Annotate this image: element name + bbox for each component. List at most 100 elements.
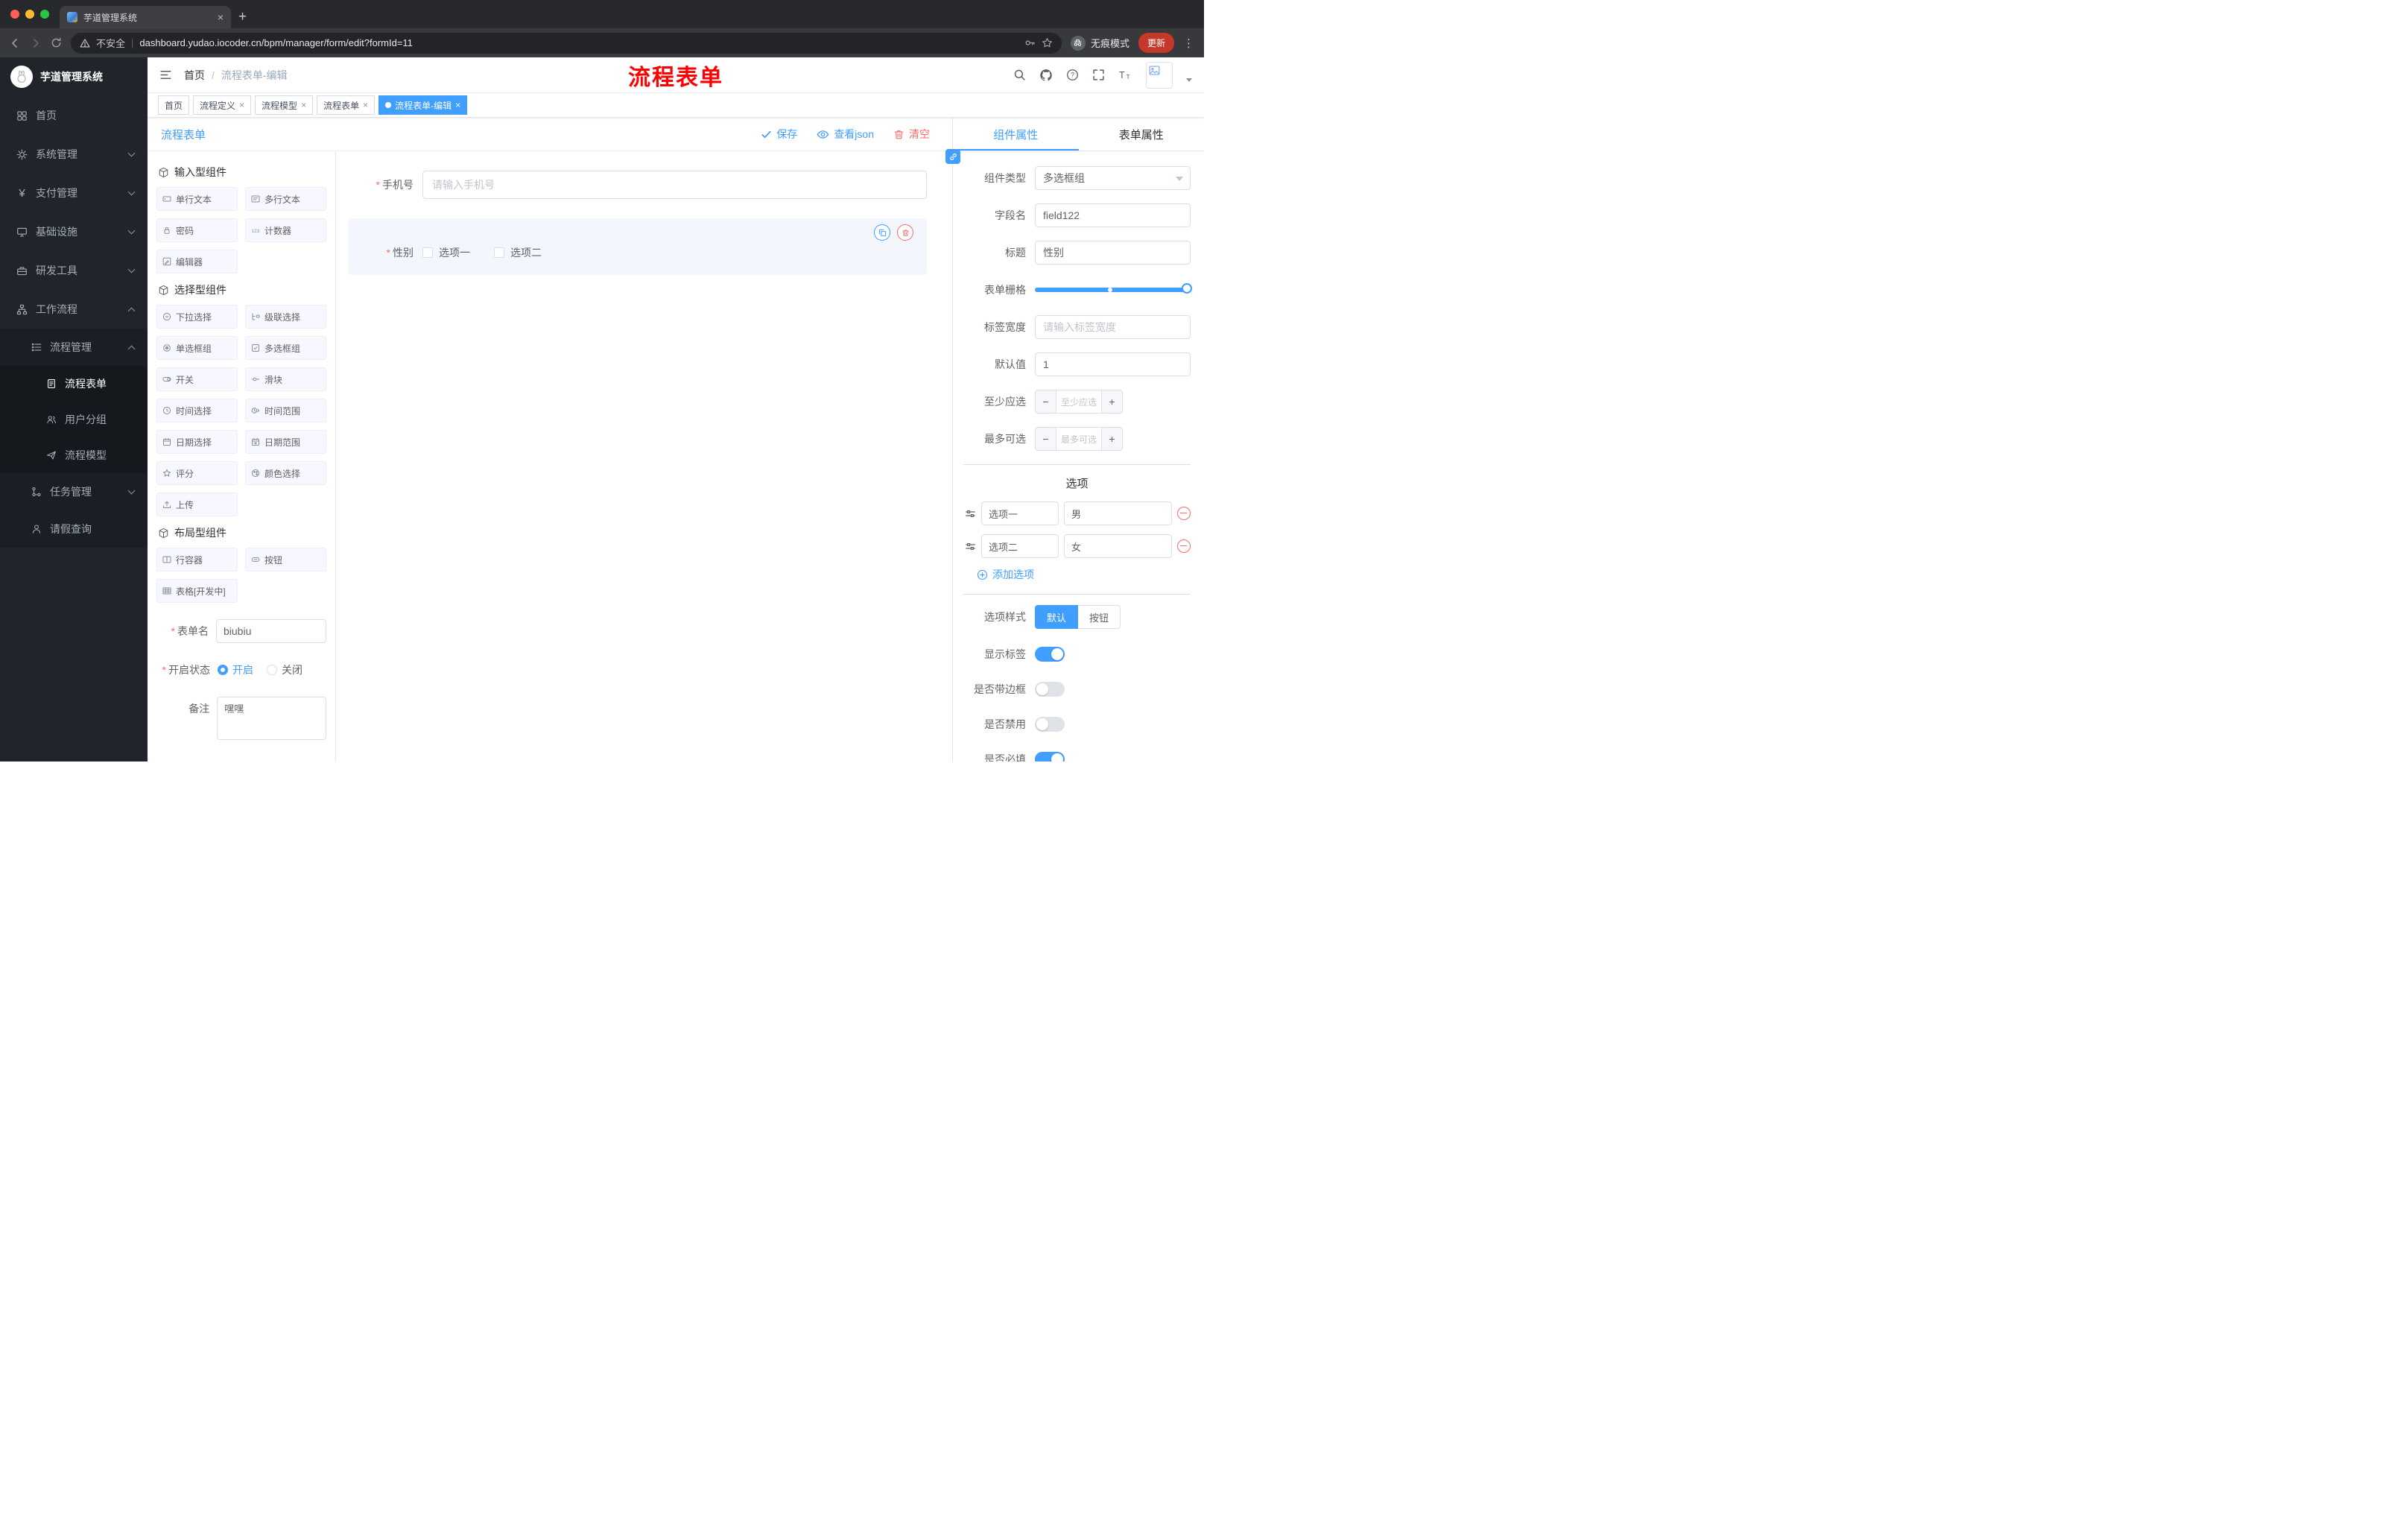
palette-item-select[interactable]: 下拉选择 [156, 305, 238, 329]
form-remark-textarea[interactable]: 嘿嘿 [217, 697, 326, 740]
clear-button[interactable]: 清空 [893, 127, 930, 142]
phone-input[interactable] [422, 171, 927, 199]
palette-item-cascader[interactable]: 级联选择 [245, 305, 326, 329]
increment-icon[interactable]: + [1101, 390, 1122, 413]
palette-item-date-range[interactable]: 日期范围 [245, 430, 326, 454]
tab-component-props[interactable]: 组件属性 [953, 118, 1079, 151]
palette-item-editor[interactable]: 编辑器 [156, 250, 238, 273]
palette-item-color-picker[interactable]: 颜色选择 [245, 461, 326, 485]
label-width-input[interactable] [1035, 315, 1191, 339]
browser-tab[interactable]: 芋道管理系统 × [60, 6, 231, 28]
sidebar-item-devtools[interactable]: 研发工具 [0, 251, 148, 290]
sidebar-item-process-management[interactable]: 流程管理 [0, 329, 148, 366]
sidebar-item-task-management[interactable]: 任务管理 [0, 473, 148, 510]
drag-handle-icon[interactable] [965, 508, 976, 519]
sidebar-item-leave-query[interactable]: 请假查询 [0, 510, 148, 548]
decrement-icon[interactable]: − [1036, 390, 1056, 413]
option-name-input[interactable] [981, 501, 1059, 525]
search-icon[interactable] [1013, 69, 1026, 81]
breadcrumb-home[interactable]: 首页 [184, 68, 205, 83]
add-option-button[interactable]: 添加选项 [977, 567, 1191, 582]
delete-component-button[interactable] [897, 224, 913, 241]
border-toggle[interactable] [1035, 682, 1065, 697]
view-json-button[interactable]: 查看json [817, 127, 874, 142]
tag-process-form-edit[interactable]: 流程表单-编辑 × [378, 95, 468, 115]
form-canvas[interactable]: * 手机号 请输入手机号 * 性别 选项一 选项二 [336, 151, 952, 762]
address-bar[interactable]: 不安全 | dashboard.yudao.iocoder.cn/bpm/man… [71, 32, 1062, 54]
status-radio-off[interactable]: 关闭 [267, 658, 302, 682]
tag-close-icon[interactable]: × [455, 100, 460, 110]
browser-update-button[interactable]: 更新 [1138, 33, 1174, 53]
palette-item-counter[interactable]: 123 计数器 [245, 218, 326, 242]
grid-slider[interactable] [1035, 278, 1192, 302]
avatar-caret-icon[interactable] [1186, 78, 1192, 82]
github-icon[interactable] [1039, 69, 1053, 82]
palette-item-rate[interactable]: 评分 [156, 461, 238, 485]
remove-option-icon[interactable] [1177, 507, 1191, 520]
form-name-input[interactable] [216, 619, 326, 643]
field-name-input[interactable] [1035, 203, 1191, 227]
macos-zoom-button[interactable] [40, 10, 49, 19]
style-default-button[interactable]: 默认 [1035, 605, 1079, 629]
required-toggle[interactable] [1035, 752, 1065, 762]
option-name-input[interactable] [981, 534, 1059, 558]
sidebar-item-infrastructure[interactable]: 基础设施 [0, 212, 148, 251]
palette-item-switch[interactable]: 开关 [156, 367, 238, 391]
style-button-button[interactable]: 按钮 [1078, 605, 1121, 629]
component-type-select[interactable]: 多选框组 [1035, 166, 1191, 190]
fullscreen-icon[interactable] [1092, 69, 1105, 81]
help-icon[interactable]: ? [1066, 69, 1079, 81]
palette-item-single-line-text[interactable]: 单行文本 [156, 187, 238, 211]
font-size-icon[interactable]: TT [1118, 69, 1132, 81]
tab-close-icon[interactable]: × [218, 12, 224, 22]
sidebar-item-user-groups[interactable]: 用户分组 [0, 402, 148, 437]
option-value-input[interactable] [1064, 534, 1172, 558]
drag-handle-icon[interactable] [965, 541, 976, 552]
gender-checkbox-option2[interactable]: 选项二 [494, 245, 542, 260]
palette-item-upload[interactable]: 上传 [156, 493, 238, 516]
password-key-icon[interactable] [1024, 37, 1036, 48]
macos-close-button[interactable] [10, 10, 19, 19]
gender-checkbox-option1[interactable]: 选项一 [422, 245, 470, 260]
copy-component-button[interactable] [874, 224, 890, 241]
sidebar-item-process-model[interactable]: 流程模型 [0, 437, 148, 473]
palette-item-checkbox-group[interactable]: 多选框组 [245, 336, 326, 360]
palette-item-time-picker[interactable]: 时间选择 [156, 399, 238, 422]
reload-icon[interactable] [51, 37, 62, 48]
save-button[interactable]: 保存 [761, 127, 797, 142]
sidebar-item-payment[interactable]: ¥ 支付管理 [0, 174, 148, 212]
tag-process-definition[interactable]: 流程定义 × [193, 95, 252, 115]
canvas-field-phone[interactable]: * 手机号 [348, 171, 927, 199]
user-avatar[interactable] [1146, 61, 1173, 89]
forward-icon[interactable] [30, 37, 42, 49]
disabled-toggle[interactable] [1035, 717, 1065, 732]
palette-item-row-container[interactable]: 行容器 [156, 548, 238, 571]
palette-item-date-picker[interactable]: 日期选择 [156, 430, 238, 454]
tag-process-model[interactable]: 流程模型 × [255, 95, 314, 115]
remove-option-icon[interactable] [1177, 539, 1191, 553]
hamburger-icon[interactable] [159, 69, 172, 81]
sidebar-item-workflow[interactable]: 工作流程 [0, 290, 148, 329]
decrement-icon[interactable]: − [1036, 428, 1056, 450]
palette-item-slider[interactable]: 滑块 [245, 367, 326, 391]
canvas-field-gender-selected[interactable]: * 性别 选项一 选项二 [348, 218, 927, 275]
back-icon[interactable] [9, 37, 21, 49]
tag-process-form[interactable]: 流程表单 × [317, 95, 376, 115]
default-value-input[interactable] [1035, 352, 1191, 376]
tag-close-icon[interactable]: × [301, 100, 306, 110]
option-value-input[interactable] [1064, 501, 1172, 525]
tab-form-props[interactable]: 表单属性 [1079, 118, 1205, 151]
sidebar-item-system[interactable]: 系统管理 [0, 135, 148, 174]
bookmark-star-icon[interactable] [1042, 37, 1053, 48]
macos-minimize-button[interactable] [25, 10, 34, 19]
palette-item-time-range[interactable]: 时间范围 [245, 399, 326, 422]
palette-item-radio-group[interactable]: 单选框组 [156, 336, 238, 360]
tag-close-icon[interactable]: × [363, 100, 368, 110]
sidebar-item-home[interactable]: 首页 [0, 96, 148, 135]
sidebar-item-process-form[interactable]: 流程表单 [0, 366, 148, 402]
increment-icon[interactable]: + [1101, 428, 1122, 450]
tag-home[interactable]: 首页 [158, 95, 190, 115]
palette-item-multi-line-text[interactable]: 多行文本 [245, 187, 326, 211]
link-icon[interactable] [945, 149, 960, 164]
palette-item-password[interactable]: 密码 [156, 218, 238, 242]
